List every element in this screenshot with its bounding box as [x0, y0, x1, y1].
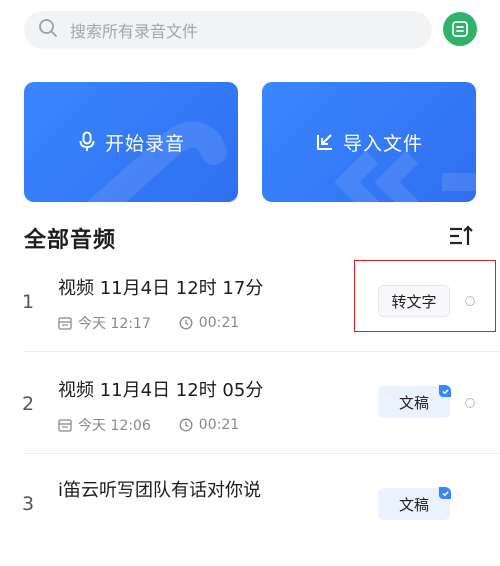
calendar-icon: [58, 317, 72, 330]
clock-icon: [179, 316, 193, 330]
select-radio[interactable]: [465, 398, 475, 408]
divider: [24, 351, 500, 352]
section-title: 全部音频: [24, 228, 117, 253]
highlight-box: [354, 260, 496, 332]
microphone-icon: [79, 131, 95, 151]
search-icon: [38, 18, 58, 42]
sort-icon[interactable]: [448, 224, 474, 248]
clock-icon: [179, 418, 193, 432]
check-icon: [439, 487, 451, 499]
list-item[interactable]: 3 i笛云听写团队有话对你说 文稿: [0, 466, 500, 566]
check-icon: [439, 385, 451, 397]
list-item[interactable]: 2 视频 11月4日 12时 05分 今天 12:06 00:21 文稿: [0, 364, 500, 464]
calendar-icon: [58, 419, 72, 432]
list-icon: [452, 21, 468, 37]
recording-title: 视频 11月4日 12时 05分: [58, 380, 264, 401]
recording-duration: 00:21: [198, 315, 240, 331]
row-index: 2: [22, 393, 35, 415]
recording-title: i笛云听写团队有话对你说: [58, 480, 261, 501]
transcript-button[interactable]: 文稿: [378, 487, 451, 520]
recording-duration: 00:21: [198, 417, 240, 433]
search-bar[interactable]: 搜索所有录音文件: [24, 11, 432, 49]
start-recording-label: 开始录音: [104, 132, 185, 155]
row-index: 3: [22, 493, 35, 515]
recording-date: 今天 12:17: [78, 316, 151, 332]
import-icon: [316, 134, 332, 150]
transcript-label: 文稿: [398, 393, 429, 412]
import-file-button[interactable]: 导入文件: [262, 82, 476, 202]
divider: [24, 453, 500, 454]
recording-title: 视频 11月4日 12时 17分: [58, 278, 264, 299]
start-recording-button[interactable]: 开始录音: [24, 82, 238, 202]
menu-button[interactable]: [443, 12, 477, 46]
row-index: 1: [22, 291, 35, 313]
transcript-button[interactable]: 文稿: [378, 385, 451, 418]
recording-date: 今天 12:06: [78, 418, 151, 434]
transcript-label: 文稿: [398, 495, 429, 514]
import-file-label: 导入文件: [342, 132, 423, 155]
search-placeholder: 搜索所有录音文件: [70, 22, 199, 41]
